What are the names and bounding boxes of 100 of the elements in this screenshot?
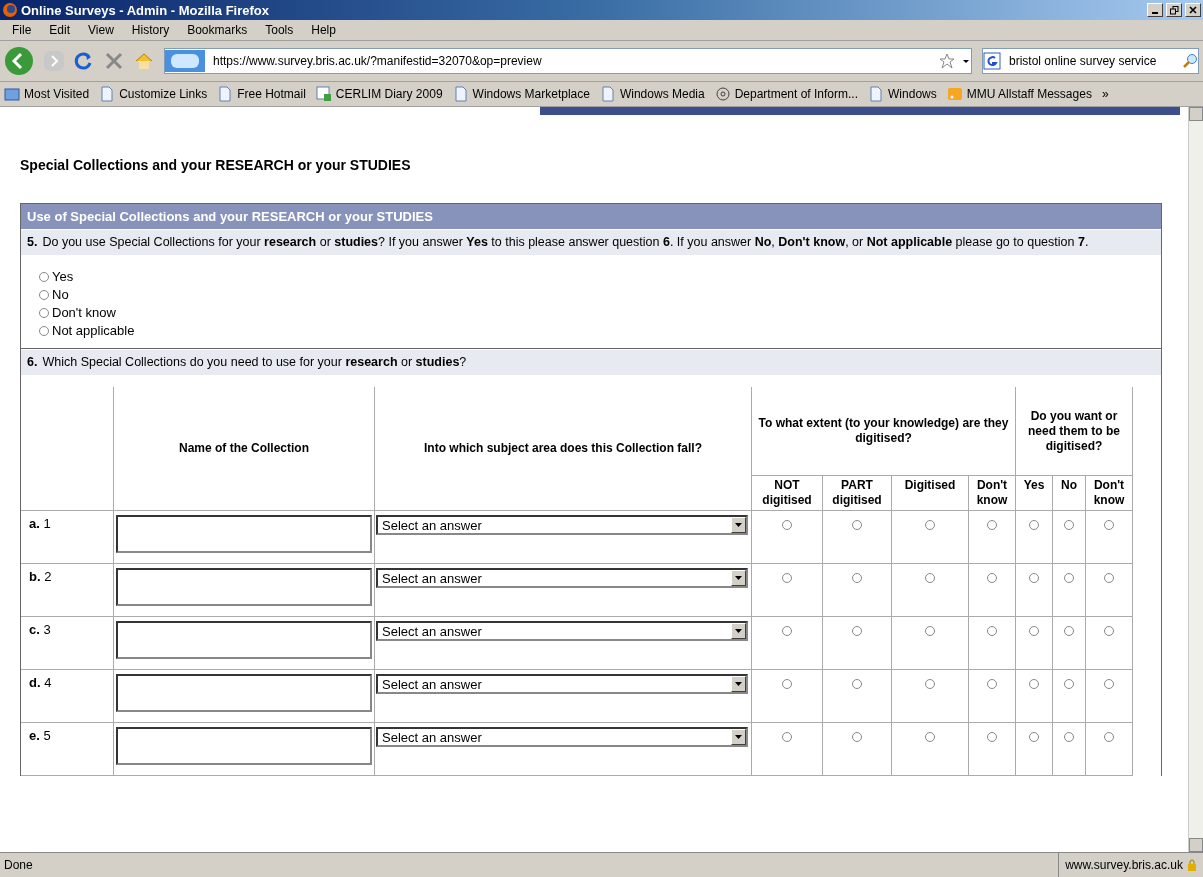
window-title: Online Surveys - Admin - Mozilla Firefox xyxy=(21,2,270,18)
column-header: PART digitised xyxy=(822,475,892,511)
radio-option[interactable]: No xyxy=(39,287,1143,302)
radio-button[interactable] xyxy=(987,679,997,689)
column-header: Do you want or need them to be digitised? xyxy=(1015,387,1133,476)
column-header: No xyxy=(1052,475,1086,511)
menu-item[interactable]: Bookmarks xyxy=(179,22,256,38)
radio-button[interactable] xyxy=(1064,732,1074,742)
radio-button[interactable] xyxy=(1064,679,1074,689)
close-icon xyxy=(1189,6,1197,14)
collection-name-field[interactable] xyxy=(116,568,372,606)
radio-button[interactable] xyxy=(852,679,862,689)
radio-button[interactable] xyxy=(782,626,792,636)
radio-button[interactable] xyxy=(987,520,997,530)
section-title: Use of Special Collections and your RESEARCH or your STUDIES xyxy=(21,204,1161,229)
radio-option[interactable]: Not applicable xyxy=(39,323,1143,338)
address-field[interactable]: https://www.survey.bris.ac.uk/?manifestid=32070&op=preview xyxy=(211,53,933,69)
subject-dropdown[interactable]: Select an answer xyxy=(376,621,748,641)
page-icon xyxy=(217,86,234,102)
question-text: 5. Do you use Special Collections for your research or studies? If you answer Yes to this please answer question 6. If you answer No, Don't know, or Not applicable please go to question 7. xyxy=(21,229,1161,255)
search-engine-icon[interactable] xyxy=(983,52,1003,70)
menu-item[interactable]: History xyxy=(123,22,178,38)
radio-option[interactable]: Yes xyxy=(39,269,1143,284)
radio-button[interactable] xyxy=(852,732,862,742)
question-text: 6. Which Special Collections do you need to use for your research or studies? xyxy=(21,349,1161,375)
bookmark-item[interactable]: Windows xyxy=(868,86,937,102)
subject-dropdown[interactable]: Select an answer xyxy=(376,727,748,747)
menu-item[interactable]: Tools xyxy=(257,22,302,38)
padlock-icon xyxy=(1187,858,1197,872)
radio-button[interactable] xyxy=(1104,679,1114,689)
subject-dropdown[interactable]: Select an answer xyxy=(376,674,748,694)
radio-button[interactable] xyxy=(782,679,792,689)
menu-item[interactable]: View xyxy=(80,22,122,38)
radio-button[interactable] xyxy=(925,626,935,636)
reload-icon[interactable] xyxy=(74,51,94,71)
row-label: e. 5 xyxy=(29,728,51,743)
bookmark-item[interactable]: CERLIM Diary 2009 xyxy=(315,86,443,102)
radio-button[interactable] xyxy=(1029,732,1039,742)
radio-button[interactable] xyxy=(852,626,862,636)
radio-button[interactable] xyxy=(1064,520,1074,530)
radio-button[interactable] xyxy=(852,520,862,530)
close-button[interactable] xyxy=(1185,3,1201,17)
radio-button[interactable] xyxy=(925,732,935,742)
radio-button[interactable] xyxy=(1029,626,1039,636)
radio-button[interactable] xyxy=(1104,573,1114,583)
radio-button[interactable] xyxy=(987,626,997,636)
collection-name-field[interactable] xyxy=(116,674,372,712)
bookmark-item[interactable]: Windows Media xyxy=(599,86,705,102)
radio-button[interactable] xyxy=(925,573,935,583)
bookmark-item[interactable]: Windows Marketplace xyxy=(452,86,590,102)
radio-button[interactable] xyxy=(852,573,862,583)
star-icon[interactable] xyxy=(939,53,955,69)
caret-icon xyxy=(735,576,742,580)
back-icon[interactable] xyxy=(4,46,34,76)
collection-name-field[interactable] xyxy=(116,515,372,553)
bookmark-item[interactable]: Free Hotmail xyxy=(217,86,306,102)
radio-button[interactable] xyxy=(1029,520,1039,530)
column-header: Digitised xyxy=(891,475,969,511)
collection-name-field[interactable] xyxy=(116,727,372,765)
bookmark-item[interactable]: MMU Allstaff Messages xyxy=(946,86,1092,102)
restore-icon xyxy=(1169,5,1179,15)
radio-button[interactable] xyxy=(782,520,792,530)
radio-button[interactable] xyxy=(1064,573,1074,583)
stop-icon[interactable] xyxy=(104,51,124,71)
radio-button[interactable] xyxy=(782,732,792,742)
search-icon[interactable] xyxy=(1182,53,1198,69)
search-bar[interactable]: bristol online survey service xyxy=(982,48,1199,74)
feed-icon xyxy=(946,86,963,102)
subject-dropdown[interactable]: Select an answer xyxy=(376,515,748,535)
radio-option[interactable]: Don't know xyxy=(39,305,1143,320)
radio-button[interactable] xyxy=(1064,626,1074,636)
radio-button[interactable] xyxy=(1029,573,1039,583)
radio-button[interactable] xyxy=(782,573,792,583)
radio-button[interactable] xyxy=(987,732,997,742)
search-field[interactable]: bristol online survey service xyxy=(1007,53,1178,69)
column-header: To what extent (to your knowledge) are they digitised? xyxy=(751,387,1016,476)
subject-dropdown[interactable]: Select an answer xyxy=(376,568,748,588)
radio-button[interactable] xyxy=(987,573,997,583)
page-icon xyxy=(599,86,616,102)
bookmark-item[interactable]: Customize Links xyxy=(99,86,208,102)
radio-button[interactable] xyxy=(1104,732,1114,742)
restore-button[interactable] xyxy=(1166,3,1182,17)
bookmark-item[interactable]: Department of Inform... xyxy=(714,86,859,102)
address-bar[interactable]: https://www.survey.bris.ac.uk/?manifestid=32070&op=preview xyxy=(164,48,972,74)
more-bookmarks-button[interactable]: » xyxy=(1101,87,1109,101)
forward-icon[interactable] xyxy=(44,49,64,73)
menu-item[interactable]: File xyxy=(4,22,40,38)
menu-item[interactable]: Help xyxy=(303,22,344,38)
radio-button[interactable] xyxy=(1104,520,1114,530)
radio-button[interactable] xyxy=(925,679,935,689)
menu-item[interactable]: Edit xyxy=(41,22,79,38)
home-icon[interactable] xyxy=(134,51,154,71)
minimize-button[interactable] xyxy=(1147,3,1163,17)
radio-button[interactable] xyxy=(925,520,935,530)
caret-icon xyxy=(735,682,742,686)
radio-button[interactable] xyxy=(1104,626,1114,636)
bookmark-item[interactable]: Most Visited xyxy=(4,86,90,102)
row-label: b. 2 xyxy=(29,569,52,584)
collection-name-field[interactable] xyxy=(116,621,372,659)
radio-button[interactable] xyxy=(1029,679,1039,689)
